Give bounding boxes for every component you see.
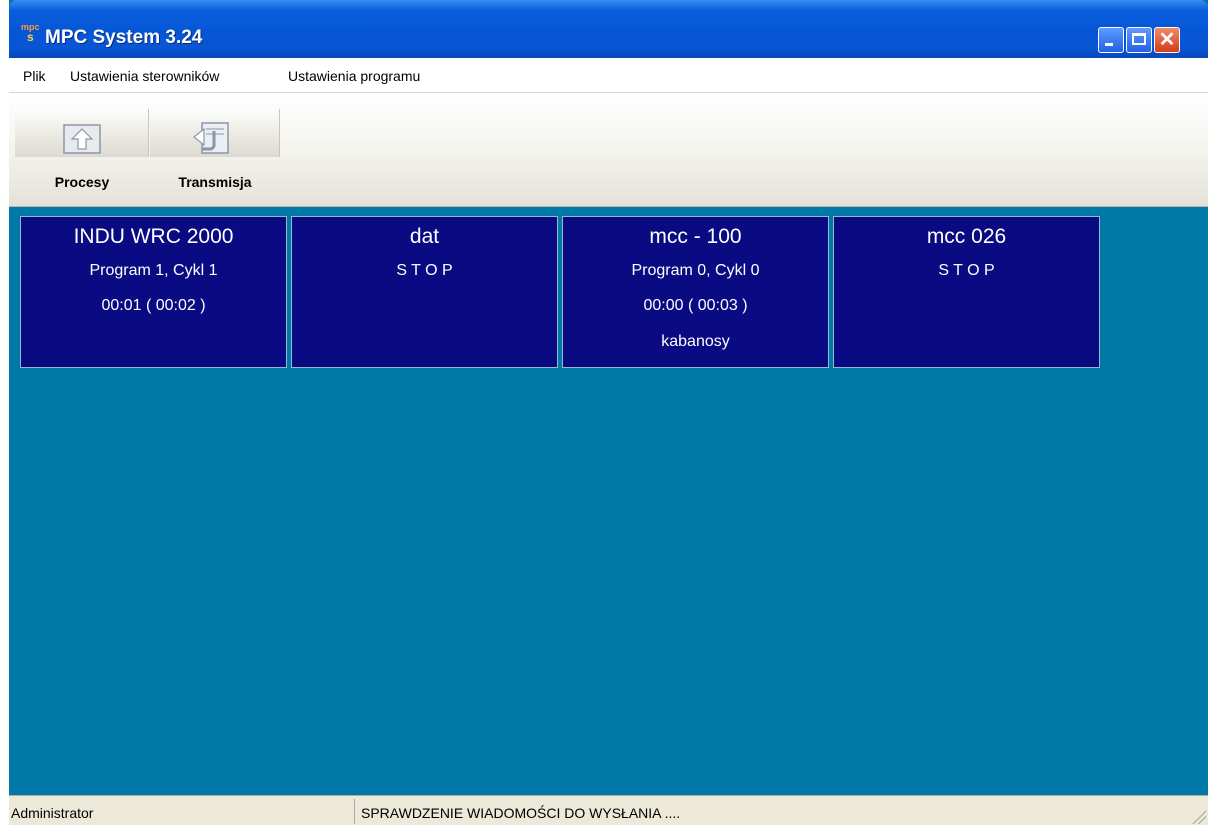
transmission-return-icon: [193, 122, 229, 154]
controller-panel-mcc-100[interactable]: mcc - 100 Program 0, Cykl 0 00:00 ( 00:0…: [562, 216, 829, 368]
menu-bar: Plik Ustawienia sterowników Ustawienia p…: [9, 58, 1208, 93]
status-bar: Administrator SPRAWDZENIE WIADOMOŚCI DO …: [9, 795, 1208, 825]
transmisja-button[interactable]: Transmisja: [150, 109, 280, 195]
minimize-icon: [1105, 43, 1113, 46]
process-upload-icon: [63, 124, 101, 154]
window-title: MPC System 3.24: [45, 27, 203, 48]
controller-panel-mcc-026[interactable]: mcc 026 S T O P: [833, 216, 1100, 368]
menu-ustawienia-sterownikow[interactable]: Ustawienia sterowników: [70, 68, 219, 84]
controller-name: mcc - 100: [649, 225, 742, 248]
menu-ustawienia-programu[interactable]: Ustawienia programu: [288, 68, 420, 84]
toolbar: Procesy Transmisja: [9, 93, 1208, 207]
procesy-label: Procesy: [54, 174, 110, 190]
controller-name: dat: [409, 225, 440, 248]
resize-grip-icon[interactable]: [1192, 810, 1206, 824]
maximize-icon: [1132, 33, 1146, 45]
controller-time: 00:01 ( 00:02 ): [101, 297, 206, 314]
status-message: SPRAWDZENIE WIADOMOŚCI DO WYSŁANIA ....: [361, 805, 681, 821]
transmisja-label: Transmisja: [178, 174, 252, 190]
title-bar[interactable]: mpc s MPC System 3.24 ✕: [9, 0, 1208, 58]
minimize-button[interactable]: [1098, 27, 1124, 53]
controller-status: S T O P: [938, 262, 995, 279]
status-user: Administrator: [9, 799, 355, 824]
controller-status: S T O P: [396, 262, 453, 279]
procesy-button[interactable]: Procesy: [15, 109, 149, 195]
controller-product: kabanosy: [661, 333, 730, 350]
controller-status: Program 1, Cykl 1: [89, 262, 218, 279]
menu-plik[interactable]: Plik: [23, 68, 46, 84]
close-button[interactable]: ✕: [1154, 27, 1180, 53]
main-window: mpc s MPC System 3.24 ✕ Plik Ustawienia …: [9, 0, 1208, 825]
controller-time: 00:00 ( 00:03 ): [643, 297, 748, 314]
controller-panel-dat[interactable]: dat S T O P: [291, 216, 558, 368]
controller-name: INDU WRC 2000: [73, 225, 234, 248]
controller-panel-indu-wrc-2000[interactable]: INDU WRC 2000 Program 1, Cykl 1 00:01 ( …: [20, 216, 287, 368]
close-icon: ✕: [1158, 29, 1176, 51]
controller-status: Program 0, Cykl 0: [631, 262, 760, 279]
app-icon[interactable]: mpc s: [21, 22, 43, 44]
maximize-button[interactable]: [1126, 27, 1152, 53]
controller-name: mcc 026: [926, 225, 1007, 248]
